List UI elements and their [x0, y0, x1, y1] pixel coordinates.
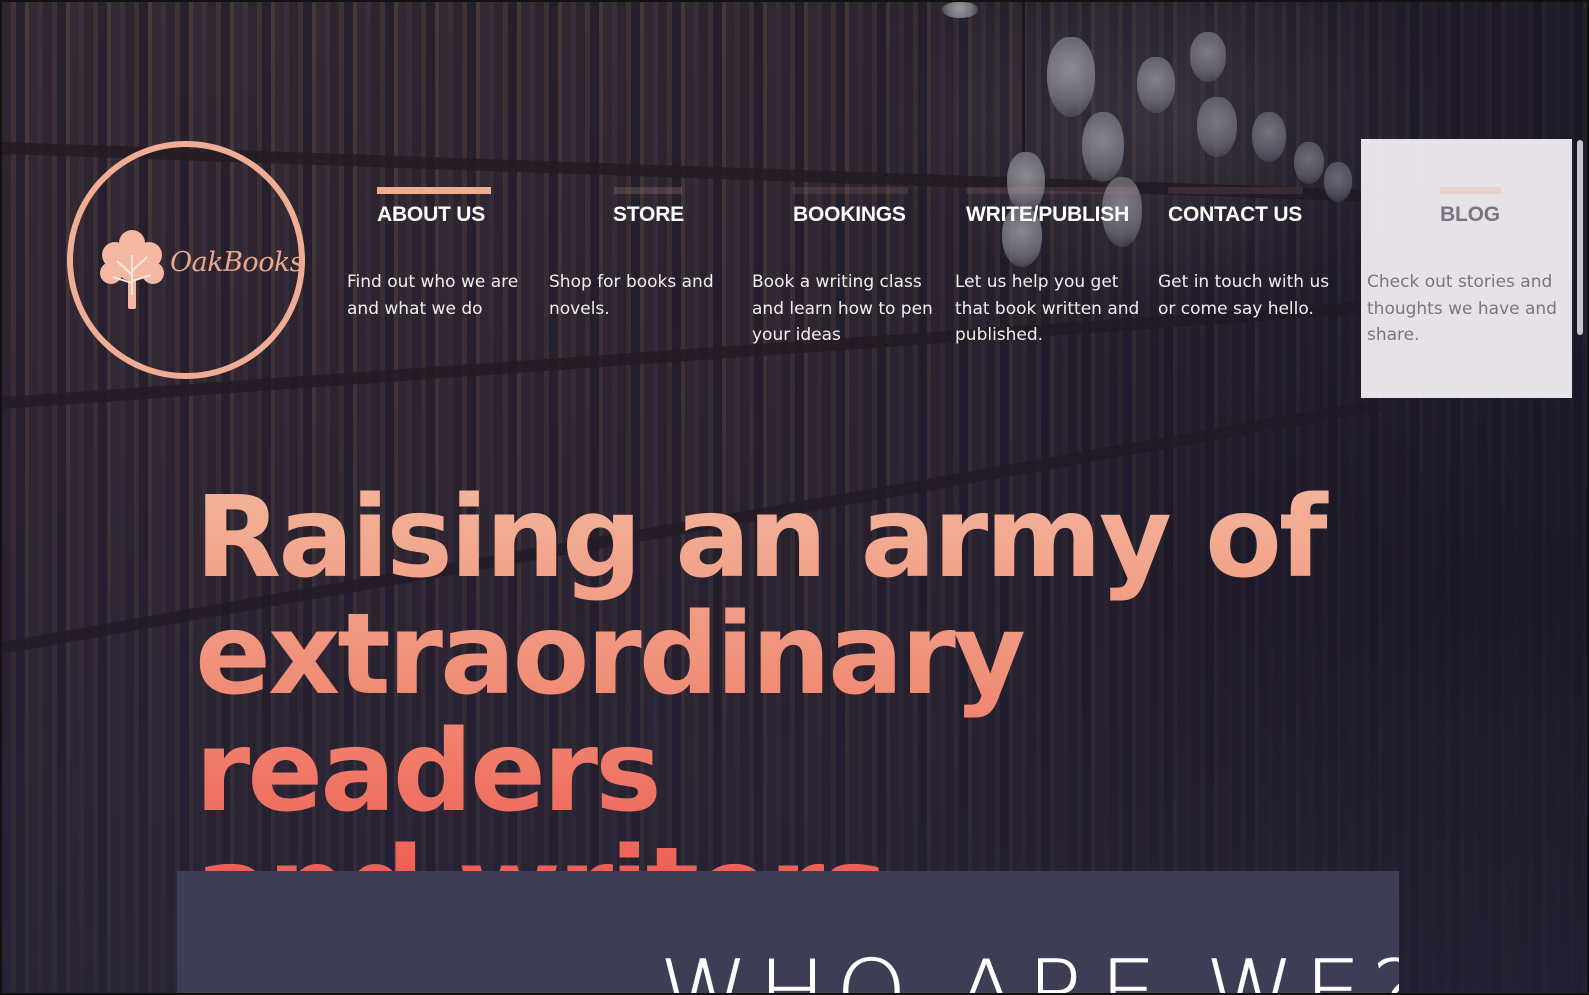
- browser-viewport: OakBooks ABOUT US Find out who we are an…: [0, 0, 1589, 995]
- oak-tree-icon: [100, 230, 164, 309]
- headline-line: extraordinary readers: [195, 590, 1023, 837]
- nav-indicator: [614, 187, 682, 194]
- logo[interactable]: OakBooks: [67, 141, 305, 379]
- logo-text: OakBooks: [170, 247, 304, 278]
- nav-indicator: [966, 187, 1138, 194]
- nav-desc-store: Shop for books and novels.: [549, 272, 714, 319]
- nav-desc-contact-us: Get in touch with us or come say hello.: [1158, 272, 1330, 319]
- headline-line: Raising an army of: [195, 473, 1325, 603]
- nav-active-indicator: [377, 187, 491, 194]
- nav-desc-blog: Check out stories and thoughts we have a…: [1367, 272, 1557, 345]
- scrollbar[interactable]: [1577, 140, 1583, 335]
- nav-label-about-us: ABOUT US: [377, 203, 486, 226]
- who-are-we-section: WHO ARE WE?: [177, 871, 1399, 995]
- nav-desc-bookings: Book a writing class and learn how to pe…: [752, 272, 933, 345]
- nav-desc-write-publish: Let us help you get that book written an…: [955, 272, 1140, 345]
- nav-indicator: [793, 187, 908, 194]
- nav-label-write-publish: WRITE/PUBLISH: [966, 203, 1130, 226]
- nav-indicator: [1168, 187, 1303, 194]
- nav-label-bookings: BOOKINGS: [793, 203, 906, 226]
- section-title: WHO ARE WE?: [659, 941, 1399, 995]
- nav-indicator: [1440, 187, 1501, 194]
- nav-label-blog: BLOG: [1440, 203, 1500, 226]
- nav-desc-about-us: Find out who we are and what we do: [347, 272, 519, 319]
- nav-label-store: STORE: [613, 203, 684, 226]
- nav-item-blog[interactable]: BLOG Check out stories and thoughts we h…: [1361, 139, 1572, 398]
- nav-label-contact-us: CONTACT US: [1168, 203, 1303, 226]
